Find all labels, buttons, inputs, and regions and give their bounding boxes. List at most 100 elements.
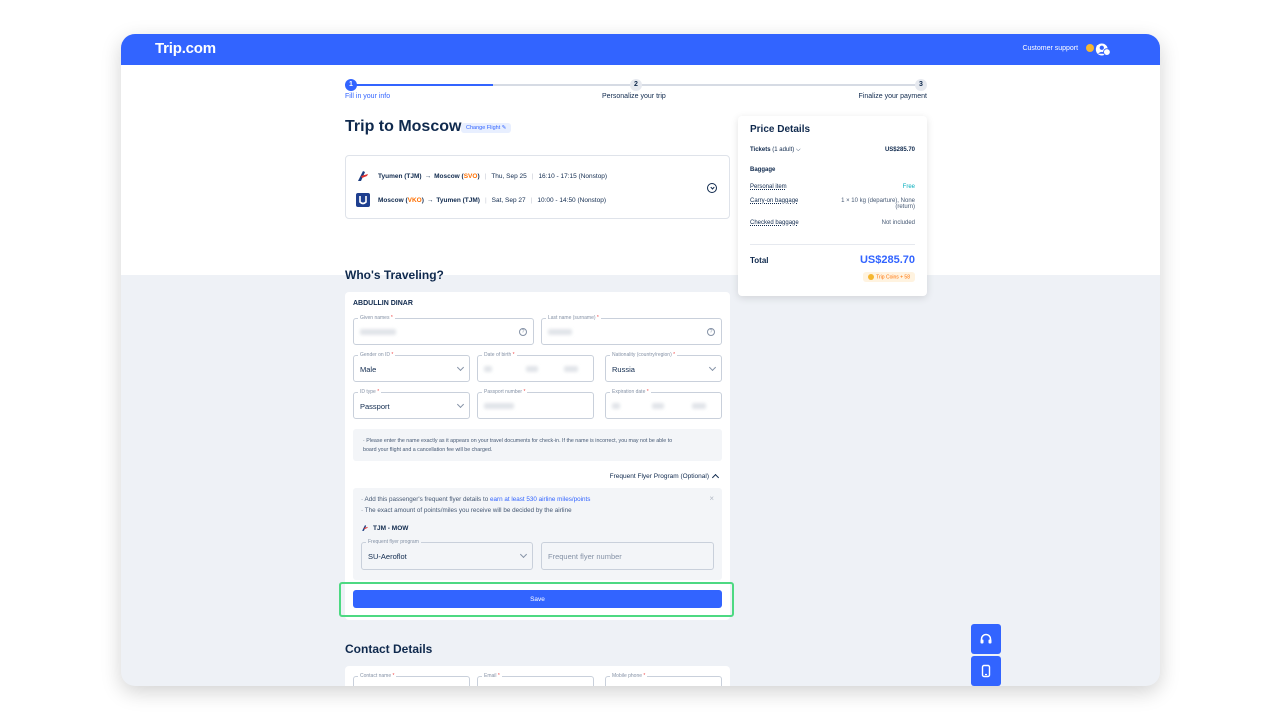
phone-icon <box>981 664 991 678</box>
carryon-label[interactable]: Carry-on baggage <box>750 198 798 210</box>
ffp-program-select[interactable]: Frequent flyer program SU-Aeroflot <box>361 539 533 570</box>
gender-label: Gender on ID * <box>358 352 396 358</box>
contact-card: Contact name * Email * Mobile phone * <box>345 666 730 686</box>
step-1-label: Fill in your info <box>345 93 391 100</box>
blurred-value <box>564 366 578 372</box>
mobile-phone-label: Mobile phone * <box>610 673 648 679</box>
tickets-row: Tickets (1 adult) ⌵ US$285.70 <box>750 147 915 154</box>
outbound-from: Tyumen (TJM) <box>378 172 422 180</box>
blurred-value <box>652 403 664 409</box>
last-name-field[interactable]: Last name (surname) * ? <box>541 315 722 345</box>
ffp-number-placeholder: Frequent flyer number <box>548 552 622 561</box>
chevron-down-icon: ⌵ <box>795 147 801 153</box>
utair-logo-icon <box>356 193 370 207</box>
return-from-code: VKO <box>407 196 422 204</box>
personal-item-value: Free <box>902 184 915 190</box>
ffp-number-input[interactable]: Frequent flyer number <box>541 542 714 570</box>
separator: | <box>530 196 533 204</box>
given-names-field[interactable]: Given names * ? <box>353 315 534 345</box>
nationality-value: Russia <box>612 365 635 374</box>
expiration-date-field[interactable]: Expiration date * <box>605 389 722 419</box>
return-from-suffix: ) <box>421 196 424 204</box>
separator: | <box>484 196 487 204</box>
blurred-value <box>484 403 514 409</box>
blurred-value <box>548 329 572 335</box>
highlight-box <box>339 582 734 617</box>
price-details-card: Price Details Tickets (1 adult) ⌵ US$285… <box>738 116 927 296</box>
headset-icon <box>980 633 992 644</box>
id-type-label: ID type * <box>358 389 382 395</box>
nationality-select[interactable]: Nationality (country/region) * Russia <box>605 352 722 382</box>
passport-number-field[interactable]: Passport number * <box>477 389 594 419</box>
close-icon[interactable]: × <box>709 494 714 503</box>
carryon-row: Carry-on baggage 1 × 10 kg (departure), … <box>750 198 915 210</box>
tickets-label: Tickets <box>750 147 771 153</box>
blurred-value <box>484 366 492 372</box>
outbound-time: 16:10 - 17:15 (Nonstop) <box>538 172 608 180</box>
separator: | <box>531 172 534 180</box>
customer-support-link[interactable]: Customer support <box>1022 45 1078 52</box>
carryon-value-line2: (return) <box>895 204 915 210</box>
trip-coins-text: Trip Coins + 58 <box>876 274 910 281</box>
total-amount: US$285.70 <box>859 254 915 266</box>
travelers-section-title: Who's Traveling? <box>345 268 444 282</box>
top-bar: Trip.com Customer support 0 <box>121 34 1160 65</box>
gender-select[interactable]: Gender on ID * Male <box>353 352 470 382</box>
contact-name-label: Contact name * <box>358 673 397 679</box>
personal-item-row: Personal item Free <box>750 184 915 190</box>
customer-support-button[interactable] <box>971 624 1001 654</box>
notice-line1: · Please enter the name exactly as it ap… <box>363 438 673 444</box>
checked-value: Not included <box>881 220 915 226</box>
page-title: Trip to Moscow <box>345 118 462 135</box>
mobile-phone-field[interactable]: Mobile phone * <box>605 673 722 686</box>
carryon-value: 1 × 10 kg (departure), None (return) <box>841 198 915 210</box>
route-text: TJM - MOW <box>373 524 409 532</box>
notice-line2: board your flight and a cancellation fee… <box>363 447 493 453</box>
id-type-value: Passport <box>360 402 390 411</box>
edit-icon: ✎ <box>501 125 507 131</box>
passport-number-label: Passport number * <box>482 389 528 395</box>
outbound-to-suffix: ) <box>477 172 480 180</box>
expand-chevron-icon[interactable] <box>707 183 717 193</box>
flight-summary-card[interactable]: Tyumen (TJM) → Moscow (SVO) | Thu, Sep 2… <box>345 155 730 219</box>
total-label: Total <box>750 255 769 265</box>
tickets-amount: US$285.70 <box>884 147 915 153</box>
contact-name-field[interactable]: Contact name * <box>353 673 470 686</box>
separator: | <box>484 172 487 180</box>
traveler-card: ABDULLIN DINAR Given names * ? Last name… <box>345 292 730 620</box>
trip-coins-reward: Trip Coins + 58 <box>863 272 915 283</box>
given-names-label: Given names * <box>358 315 395 321</box>
chevron-down-icon <box>708 363 717 372</box>
frequent-flyer-panel: · Add this passenger's frequent flyer de… <box>353 488 722 580</box>
help-icon[interactable]: ? <box>519 328 527 336</box>
chevron-down-icon <box>456 400 465 409</box>
email-field[interactable]: Email * <box>477 673 594 686</box>
step-3-dot: 3 <box>915 79 927 91</box>
name-notice: · Please enter the name exactly as it ap… <box>353 429 722 461</box>
top-right-menu: Customer support 0 <box>1022 44 1100 52</box>
last-name-label: Last name (surname) * <box>546 315 601 321</box>
aeroflot-logo-icon <box>358 171 368 181</box>
dob-field[interactable]: Date of birth * <box>477 352 594 382</box>
help-icon[interactable]: ? <box>707 328 715 336</box>
checked-label[interactable]: Checked baggage <box>750 220 799 226</box>
personal-item-label[interactable]: Personal item <box>750 184 787 190</box>
id-type-select[interactable]: ID type * Passport <box>353 389 470 419</box>
avatar-icon[interactable] <box>1095 41 1112 58</box>
app-download-button[interactable] <box>971 656 1001 686</box>
divider <box>750 244 915 245</box>
dob-label: Date of birth * <box>482 352 517 358</box>
return-date: Sat, Sep 27 <box>491 196 526 204</box>
change-flight-button[interactable]: Change Flight ✎ <box>461 123 512 133</box>
ffp-program-value: SU-Aeroflot <box>368 552 407 561</box>
ffp-route: TJM - MOW <box>361 524 408 532</box>
booking-progress: 1 2 3 Fill in your info Personalize your… <box>345 79 927 109</box>
trip-logo[interactable]: Trip.com <box>155 40 216 57</box>
progress-fill <box>351 84 493 86</box>
ffp-info-line2: · The exact amount of points/miles you r… <box>361 507 572 514</box>
frequent-flyer-toggle[interactable]: Frequent Flyer Program (Optional) <box>610 472 720 482</box>
tickets-qty: (1 adult) <box>772 147 795 153</box>
step-2-label: Personalize your trip <box>602 93 666 100</box>
tickets-toggle[interactable]: Tickets (1 adult) ⌵ <box>750 147 801 154</box>
earn-miles-link[interactable]: earn at least 530 airline miles/points <box>490 496 590 503</box>
